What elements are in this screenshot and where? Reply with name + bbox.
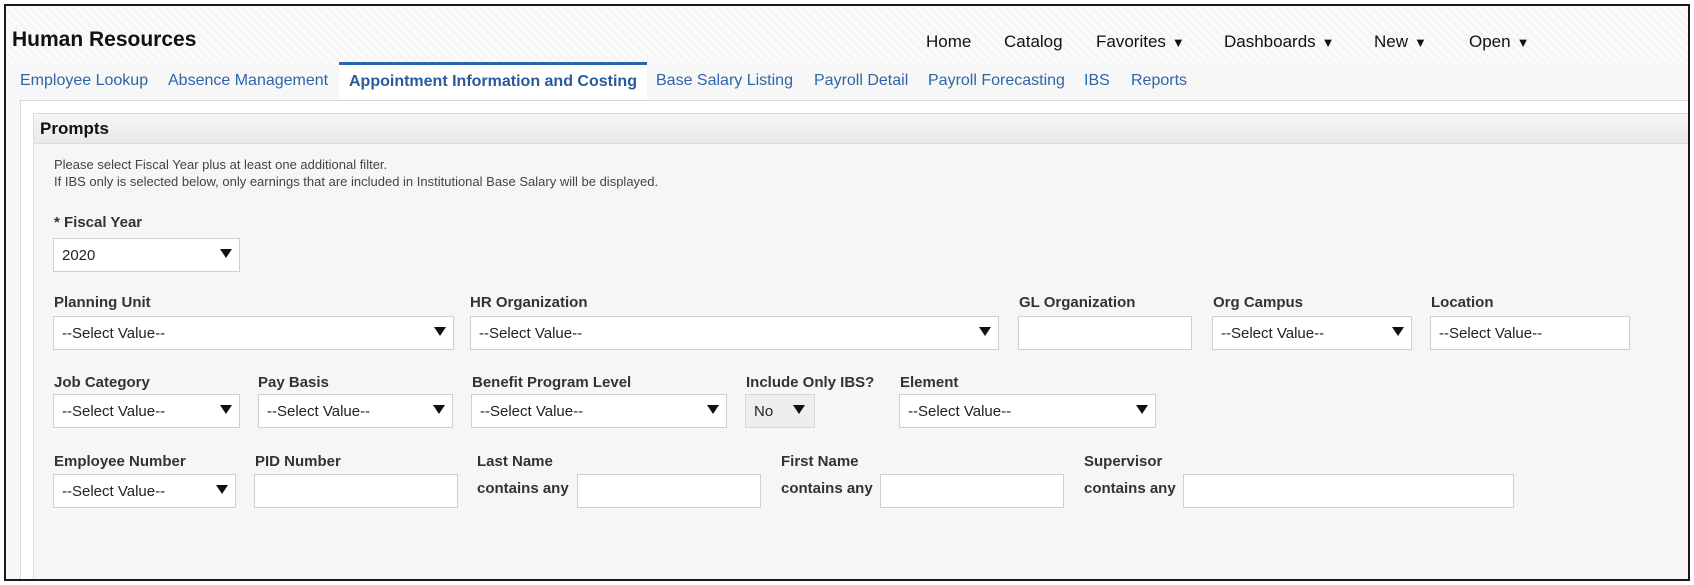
dashboard-tabs: Employee Lookup Absence Management Appoi… [6, 62, 1688, 100]
prompts-header[interactable]: Prompts [33, 113, 1688, 144]
last-name-label: Last Name [477, 453, 553, 470]
fiscal-year-select[interactable]: 2020 [53, 238, 240, 272]
employee-number-label: Employee Number [54, 453, 186, 470]
gl-organization-field[interactable] [1018, 316, 1192, 350]
gl-organization-label: GL Organization [1019, 294, 1136, 311]
caret-down-icon: ▼ [1321, 35, 1335, 50]
benefit-program-level-value: --Select Value-- [480, 403, 584, 420]
nav-open-menu[interactable]: Open ▼ [1469, 32, 1529, 52]
element-label: Element [900, 374, 959, 391]
job-category-value: --Select Value-- [62, 403, 166, 420]
pay-basis-value: --Select Value-- [267, 403, 371, 420]
first-name-operator: contains any [781, 480, 873, 497]
global-nav: Home Catalog Favorites ▼ Dashboards ▼ New ▼… [6, 32, 1688, 56]
first-name-field[interactable] [880, 474, 1064, 508]
pay-basis-select[interactable]: --Select Value-- [258, 394, 453, 428]
dropdown-arrow-icon [220, 405, 232, 414]
benefit-program-level-label: Benefit Program Level [472, 374, 632, 391]
planning-unit-select[interactable]: --Select Value-- [53, 316, 454, 350]
nav-home-link[interactable]: Home [926, 32, 971, 52]
nav-new-menu[interactable]: New ▼ [1374, 32, 1427, 52]
dropdown-arrow-icon [1392, 327, 1404, 336]
pid-number-field[interactable] [254, 474, 458, 508]
caret-down-icon: ▼ [1171, 35, 1185, 50]
prompt-ibs-note: If IBS only is selected below, only earn… [54, 174, 659, 189]
nav-open-label: Open [1469, 32, 1511, 51]
include-only-ibs-label: Include Only IBS? [746, 374, 875, 391]
first-name-label: First Name [781, 453, 859, 470]
dropdown-arrow-icon [220, 249, 232, 258]
app-window: Human Resources Home Catalog Favorites ▼ … [4, 4, 1690, 581]
prompts-body: Please select Fiscal Year plus at least … [33, 144, 1688, 579]
location-label: Location [1431, 294, 1494, 311]
location-value: --Select Value-- [1439, 325, 1543, 342]
nav-catalog-link[interactable]: Catalog [1004, 32, 1063, 52]
element-value: --Select Value-- [908, 403, 1012, 420]
job-category-label: Job Category [54, 374, 150, 391]
employee-number-value: --Select Value-- [62, 483, 166, 500]
dropdown-arrow-icon [793, 405, 805, 414]
dropdown-arrow-icon [216, 485, 228, 494]
tab-absence-management[interactable]: Absence Management [168, 62, 328, 100]
prompts-title: Prompts [40, 119, 109, 138]
nav-catalog-label: Catalog [1004, 32, 1063, 51]
tab-payroll-forecasting[interactable]: Payroll Forecasting [928, 62, 1065, 100]
tab-payroll-detail[interactable]: Payroll Detail [814, 62, 908, 100]
job-category-select[interactable]: --Select Value-- [53, 394, 240, 428]
prompt-instructions: Please select Fiscal Year plus at least … [54, 157, 388, 172]
fiscal-year-value: 2020 [62, 247, 96, 264]
supervisor-label: Supervisor [1084, 453, 1163, 470]
pay-basis-label: Pay Basis [258, 374, 329, 391]
planning-unit-label: Planning Unit [54, 294, 151, 311]
caret-down-icon: ▼ [1414, 35, 1427, 50]
last-name-field[interactable] [577, 474, 761, 508]
dropdown-arrow-icon [434, 327, 446, 336]
planning-unit-value: --Select Value-- [62, 325, 166, 342]
supervisor-operator: contains any [1084, 480, 1176, 497]
hr-organization-label: HR Organization [470, 294, 588, 311]
nav-dashboards-label: Dashboards [1224, 32, 1316, 51]
nav-favorites-label: Favorites [1096, 32, 1166, 51]
supervisor-field[interactable] [1183, 474, 1514, 508]
dropdown-arrow-icon [979, 327, 991, 336]
prompts-panel: Prompts Please select Fiscal Year plus a… [20, 100, 1688, 579]
org-campus-select[interactable]: --Select Value-- [1212, 316, 1412, 350]
dropdown-arrow-icon [707, 405, 719, 414]
location-select[interactable]: --Select Value-- [1430, 316, 1630, 350]
tab-appointment-information-and-costing[interactable]: Appointment Information and Costing [339, 62, 647, 100]
nav-dashboards-menu[interactable]: Dashboards ▼ [1224, 32, 1335, 52]
benefit-program-level-select[interactable]: --Select Value-- [471, 394, 727, 428]
include-only-ibs-value: No [754, 403, 774, 420]
nav-new-label: New [1374, 32, 1409, 51]
last-name-operator: contains any [477, 480, 569, 497]
tab-base-salary-listing[interactable]: Base Salary Listing [656, 62, 793, 100]
hr-organization-select[interactable]: --Select Value-- [470, 316, 999, 350]
dropdown-arrow-icon [1136, 405, 1148, 414]
org-campus-label: Org Campus [1213, 294, 1304, 311]
pid-number-label: PID Number [255, 453, 341, 470]
tab-reports[interactable]: Reports [1131, 62, 1187, 100]
nav-home-label: Home [926, 32, 972, 51]
hr-organization-value: --Select Value-- [479, 325, 583, 342]
fiscal-year-label: * Fiscal Year [54, 214, 143, 231]
element-select[interactable]: --Select Value-- [899, 394, 1156, 428]
employee-number-select[interactable]: --Select Value-- [53, 474, 236, 508]
dropdown-arrow-icon [433, 405, 445, 414]
include-only-ibs-select[interactable]: No [745, 394, 815, 428]
tab-ibs[interactable]: IBS [1084, 62, 1110, 100]
header-bar: Human Resources Home Catalog Favorites ▼ … [6, 6, 1688, 62]
tab-employee-lookup[interactable]: Employee Lookup [20, 62, 148, 100]
caret-down-icon: ▼ [1516, 35, 1530, 50]
nav-favorites-menu[interactable]: Favorites ▼ [1096, 32, 1185, 52]
org-campus-value: --Select Value-- [1221, 325, 1325, 342]
